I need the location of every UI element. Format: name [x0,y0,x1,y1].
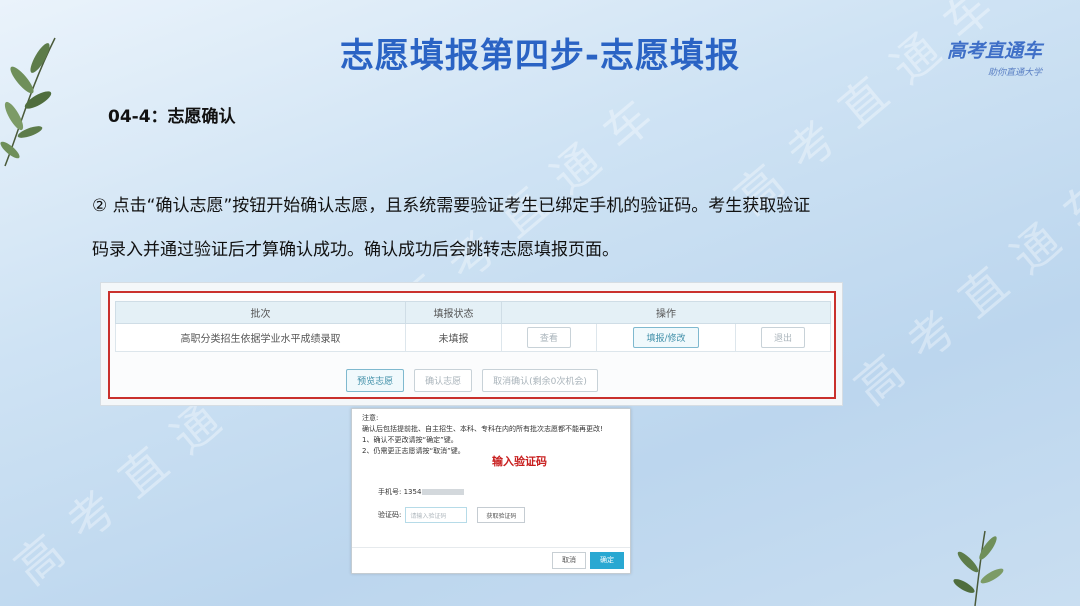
dialog-confirm-button[interactable]: 确定 [590,552,624,569]
column-header: 操作 [501,301,831,324]
paragraph-line: ② 点击“确认志愿”按钮开始确认志愿，且系统需要验证考生已绑定手机的验证码。考生… [92,196,811,216]
highlight-frame: 批次 填报状态 操作 高职分类招生依据学业水平成绩录取 未填报 查看 填报/修改… [108,291,836,399]
action-cell: 退出 [735,323,831,352]
status-cell: 未填报 [405,323,502,352]
preview-volunteer-button[interactable]: 预览志愿 [346,369,405,392]
leaf-decoration-icon [953,530,1004,606]
notice-body: 确认后包括提前批、自主招生、本科、专科在内的所有批次志愿都不能再更改! [362,425,603,433]
phone-label: 手机号: 1354 [378,488,422,496]
fill-modify-button[interactable]: 填报/修改 [633,327,699,348]
exit-button[interactable]: 退出 [761,327,806,348]
volunteer-table: 批次 填报状态 操作 高职分类招生依据学业水平成绩录取 未填报 查看 填报/修改… [115,301,831,352]
action-button-row: 预览志愿 确认志愿 取消确认(剩余0次机会) [110,369,834,392]
code-label: 验证码: [378,511,402,519]
code-row: 验证码: 请输入验证码 获取验证码 [378,507,526,523]
action-cell: 查看 [501,323,597,352]
column-header: 填报状态 [405,301,502,324]
brand-name: 高考直通车 [946,40,1042,62]
cancel-confirm-button[interactable]: 取消确认(剩余0次机会) [482,369,598,392]
action-cell: 填报/修改 [595,323,737,352]
get-code-button[interactable]: 获取验证码 [477,507,526,523]
page-title: 志愿填报第四步-志愿填报 [339,36,741,76]
view-button[interactable]: 查看 [526,327,571,348]
dialog-notice: 注意: 确认后包括提前批、自主招生、本科、专科在内的所有批次志愿都不能再更改! … [362,413,626,457]
notice-title: 注意: [362,414,379,422]
phone-mask [422,489,465,495]
code-input[interactable]: 请输入验证码 [405,507,468,523]
verification-dialog: 注意: 确认后包括提前批、自主招生、本科、专科在内的所有批次志愿都不能再更改! … [351,408,631,574]
instruction-paragraph: ② 点击“确认志愿”按钮开始确认志愿，且系统需要验证考生已绑定手机的验证码。考生… [92,184,992,272]
brand-logo: 高考直通车 助你直通大学 [947,36,1042,78]
column-header: 批次 [115,301,406,324]
section-heading: 04-4：志愿确认 [108,107,236,127]
batch-cell: 高职分类招生依据学业水平成绩录取 [115,323,406,352]
code-annotation: 输入验证码 [492,455,547,468]
notice-item: 1、确认不更改请按“确定”键。 [362,436,458,444]
dialog-footer: 取消 确定 [352,547,630,573]
table-header-row: 批次 填报状态 操作 [115,301,831,324]
table-row: 高职分类招生依据学业水平成绩录取 未填报 查看 填报/修改 退出 [115,323,831,352]
volunteer-table-screenshot: 批次 填报状态 操作 高职分类招生依据学业水平成绩录取 未填报 查看 填报/修改… [100,282,843,406]
confirm-volunteer-button[interactable]: 确认志愿 [414,369,473,392]
dialog-cancel-button[interactable]: 取消 [552,552,586,569]
paragraph-line: 码录入并通过验证后才算确认成功。确认成功后会跳转志愿填报页面。 [92,240,619,260]
brand-slogan: 助你直通大学 [987,68,1042,78]
phone-number: 手机号: 1354 [378,487,465,497]
